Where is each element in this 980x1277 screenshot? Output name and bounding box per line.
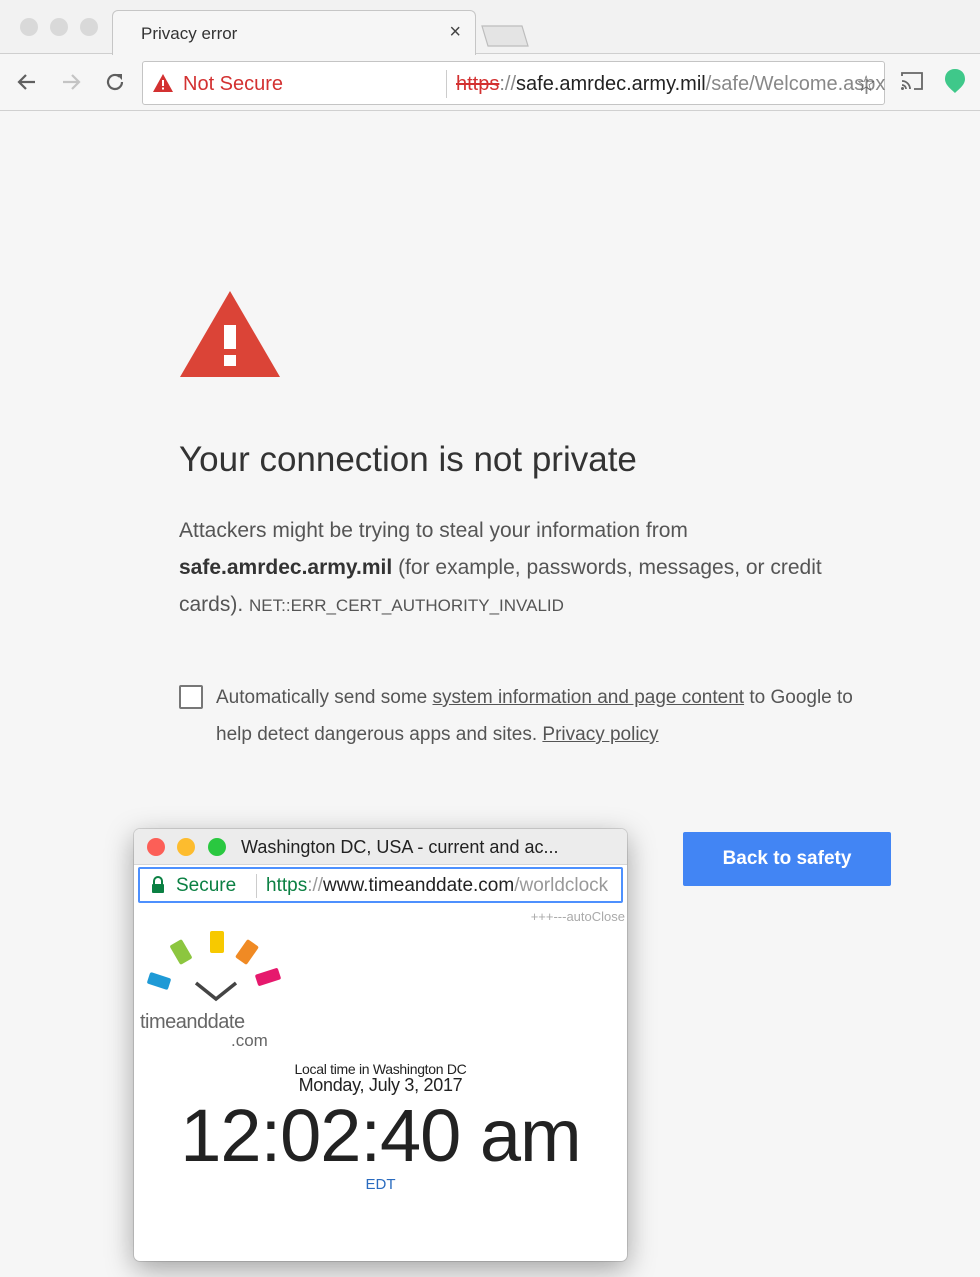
browser-toolbar: Not Secure https://safe.amrdec.army.mil/… (0, 55, 980, 111)
popup-close-dot[interactable] (147, 838, 165, 856)
optin-prefix: Automatically send some (216, 687, 433, 708)
popup-minimize-dot[interactable] (177, 838, 195, 856)
extension-icon[interactable] (944, 68, 966, 94)
lock-icon (152, 876, 164, 893)
logo-suffix: .com (231, 1031, 268, 1050)
warning-triangle-icon (180, 291, 280, 377)
window-zoom-dot[interactable] (80, 18, 98, 36)
popup-zoom-dot[interactable] (208, 838, 226, 856)
url-host: safe.amrdec.army.mil (516, 73, 706, 95)
privacy-policy-link[interactable]: Privacy policy (542, 724, 658, 745)
popup-title: Washington DC, USA - current and ac... (241, 837, 559, 857)
forward-icon[interactable] (56, 67, 86, 97)
popup-address-bar[interactable]: Secure https://www.timeanddate.com/world… (138, 867, 623, 903)
description-host: safe.amrdec.army.mil (179, 556, 393, 579)
popup-title-bar: Washington DC, USA - current and ac... (134, 829, 627, 865)
url-scheme: https (456, 73, 500, 95)
popup-url-host: www.timeanddate.com (323, 875, 515, 896)
description-prefix: Attackers might be trying to steal your … (179, 519, 688, 542)
page-heading: Your connection is not private (179, 440, 637, 479)
popup-url-scheme: https (266, 875, 308, 896)
popup-address-divider (256, 874, 257, 898)
send-report-checkbox[interactable] (179, 685, 203, 709)
timeanddate-popup-window: Washington DC, USA - current and ac... S… (134, 829, 627, 1261)
error-code[interactable]: NET::ERR_CERT_AUTHORITY_INVALID (249, 596, 564, 615)
omnibox-divider (446, 70, 447, 98)
new-tab-button[interactable] (480, 24, 530, 48)
tab-privacy-error[interactable]: Privacy error × (112, 10, 476, 55)
popup-url-separator: :// (307, 875, 324, 896)
url-text[interactable]: https://safe.amrdec.army.mil/safe/Welcom… (456, 73, 885, 96)
reload-icon[interactable] (100, 67, 130, 97)
error-description: Attackers might be trying to steal your … (179, 512, 879, 624)
back-to-safety-button[interactable]: Back to safety (683, 832, 891, 886)
star-icon[interactable]: ☆ (856, 71, 876, 97)
not-secure-label[interactable]: Not Secure (183, 73, 283, 96)
window-minimize-dot[interactable] (50, 18, 68, 36)
timezone-link[interactable]: EDT (134, 1176, 627, 1193)
clock-time: 12:02:40 am (180, 1094, 581, 1177)
cast-icon[interactable] (899, 70, 925, 92)
report-optin-text: Automatically send some system informati… (216, 679, 876, 753)
popup-url[interactable]: https://www.timeanddate.com/worldclock (266, 875, 621, 897)
tab-close-icon[interactable]: × (449, 21, 461, 44)
tab-title: Privacy error (141, 24, 238, 43)
address-bar[interactable]: Not Secure https://safe.amrdec.army.mil/… (142, 61, 885, 105)
autoclose-text: +++---autoClose (530, 909, 625, 924)
url-separator: :// (499, 73, 517, 95)
back-icon[interactable] (12, 67, 42, 97)
system-info-link[interactable]: system information and page content (433, 687, 745, 708)
popup-url-path: /worldclock (514, 875, 609, 896)
secure-label[interactable]: Secure (176, 875, 236, 897)
warning-icon (153, 74, 173, 92)
tab-strip: Privacy error × (0, 0, 980, 55)
window-close-dot[interactable] (20, 18, 38, 36)
logo-wordmark: timeanddate (140, 1011, 245, 1033)
